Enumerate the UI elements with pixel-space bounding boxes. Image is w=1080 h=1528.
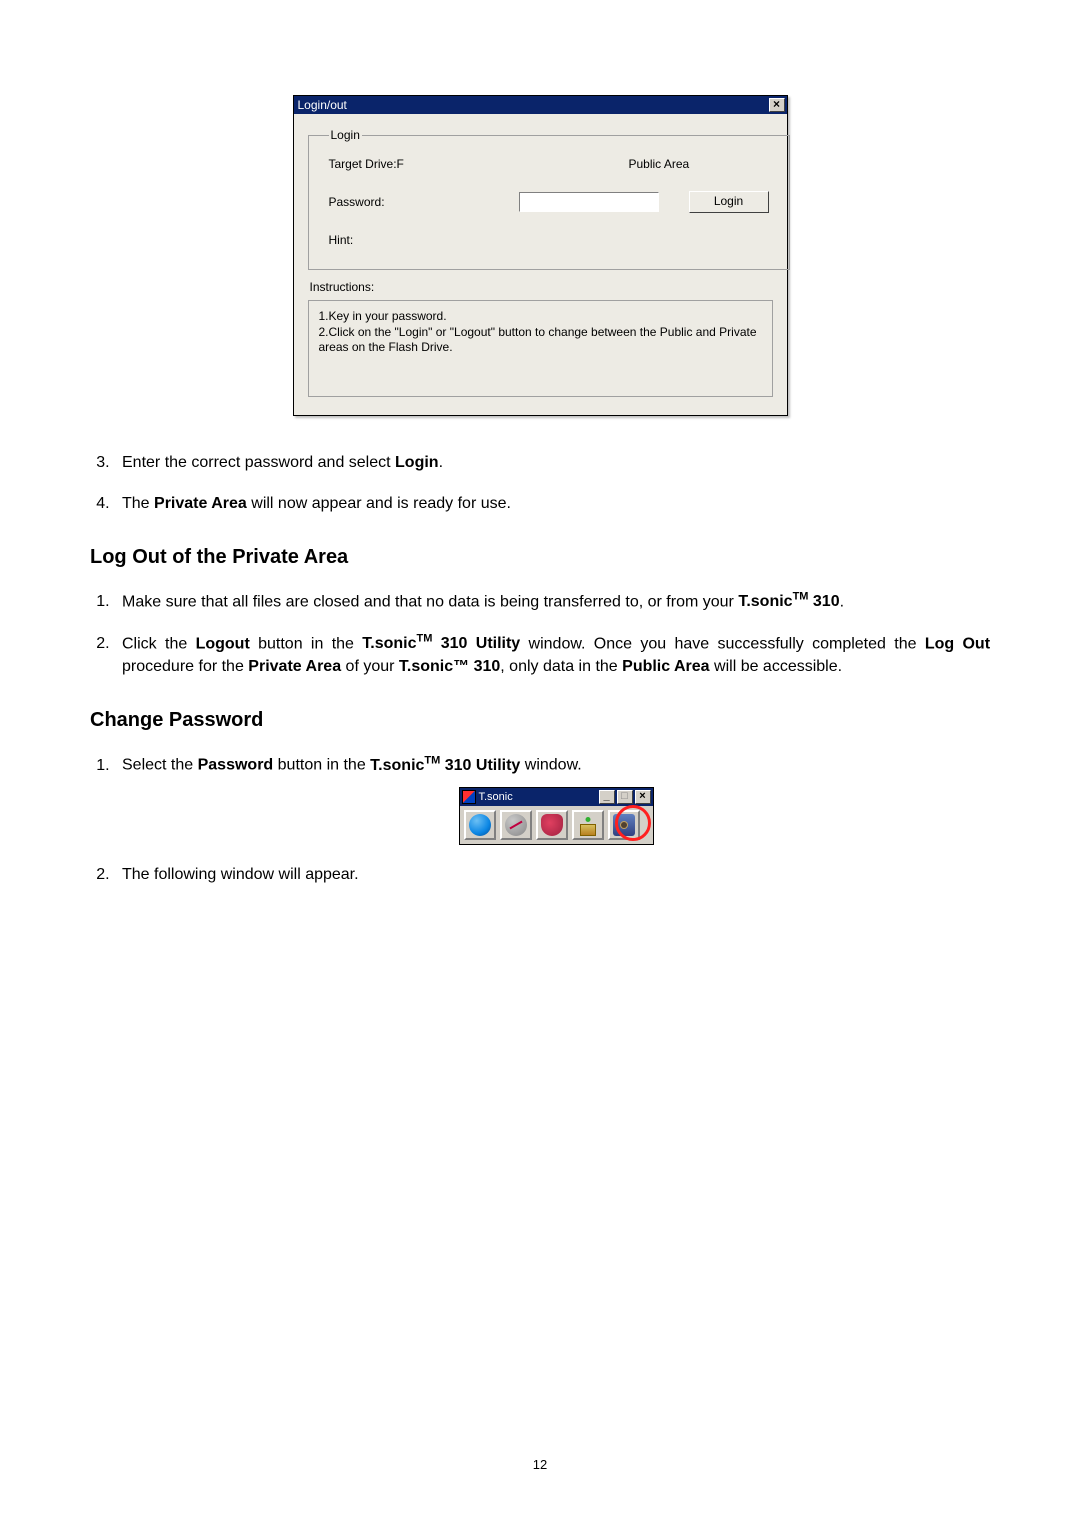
minimize-icon[interactable]: _: [599, 790, 615, 804]
step-4: The Private Area will now appear and is …: [114, 492, 990, 515]
login-button[interactable]: Login: [689, 191, 769, 213]
instructions-box: 1.Key in your password. 2.Click on the "…: [308, 300, 773, 397]
app-icon: [462, 790, 476, 804]
instruction-1: 1.Key in your password.: [319, 309, 762, 325]
heading-log-out: Log Out of the Private Area: [90, 543, 990, 572]
logout-step-1: Make sure that all files are closed and …: [114, 590, 990, 614]
steps-list-continue: Enter the correct password and select Lo…: [90, 451, 990, 515]
target-drive-row: Target Drive:F Public Area: [329, 157, 769, 171]
target-drive-label: Target Drive:F: [329, 157, 519, 171]
utility-title: T.sonic: [479, 788, 513, 806]
change-password-steps-list: Select the Password button in the T.soni…: [90, 753, 990, 886]
logout-step-2: Click the Logout button in the T.sonicTM…: [114, 632, 990, 679]
dialog-titlebar: Login/out ×: [294, 96, 787, 114]
login-fieldset: Login Target Drive:F Public Area Passwor…: [308, 128, 790, 270]
instructions-label: Instructions:: [310, 280, 773, 294]
heading-change-password: Change Password: [90, 706, 990, 735]
login-legend: Login: [329, 128, 362, 142]
hint-label: Hint:: [329, 233, 519, 247]
cloud-icon: [541, 814, 563, 836]
disable-button[interactable]: [500, 810, 532, 840]
slash-icon: [505, 814, 527, 836]
password-button[interactable]: [608, 810, 640, 840]
instruction-2: 2.Click on the "Login" or "Logout" butto…: [319, 325, 762, 356]
password-input[interactable]: [519, 192, 659, 212]
logout-steps-list: Make sure that all files are closed and …: [90, 590, 990, 678]
login-dialog: Login/out × Login Target Drive:F Public …: [293, 95, 788, 416]
chpw-step-2: The following window will appear.: [114, 863, 990, 886]
utility-window: T.sonic _ □ ×: [459, 787, 654, 845]
step-3: Enter the correct password and select Lo…: [114, 451, 990, 474]
logout-button[interactable]: [536, 810, 568, 840]
utility-window-screenshot: T.sonic _ □ ×: [459, 787, 654, 845]
area-value: Public Area: [629, 157, 690, 171]
dialog-title: Login/out: [298, 96, 347, 114]
password-label: Password:: [329, 195, 519, 209]
lock-button[interactable]: [572, 810, 604, 840]
close-icon[interactable]: ×: [635, 790, 651, 804]
utility-toolbar: [460, 806, 653, 844]
info-icon: [469, 814, 491, 836]
password-row: Password: Login: [329, 191, 769, 213]
page-number: 12: [0, 1457, 1080, 1472]
password-icon: [613, 814, 635, 836]
dialog-body: Login Target Drive:F Public Area Passwor…: [294, 114, 787, 415]
lock-icon: [577, 814, 599, 836]
maximize-icon: □: [617, 790, 633, 804]
close-icon[interactable]: ×: [769, 98, 785, 112]
utility-titlebar: T.sonic _ □ ×: [460, 788, 653, 806]
chpw-step-1: Select the Password button in the T.soni…: [114, 753, 990, 845]
hint-row: Hint:: [329, 233, 769, 247]
info-button[interactable]: [464, 810, 496, 840]
